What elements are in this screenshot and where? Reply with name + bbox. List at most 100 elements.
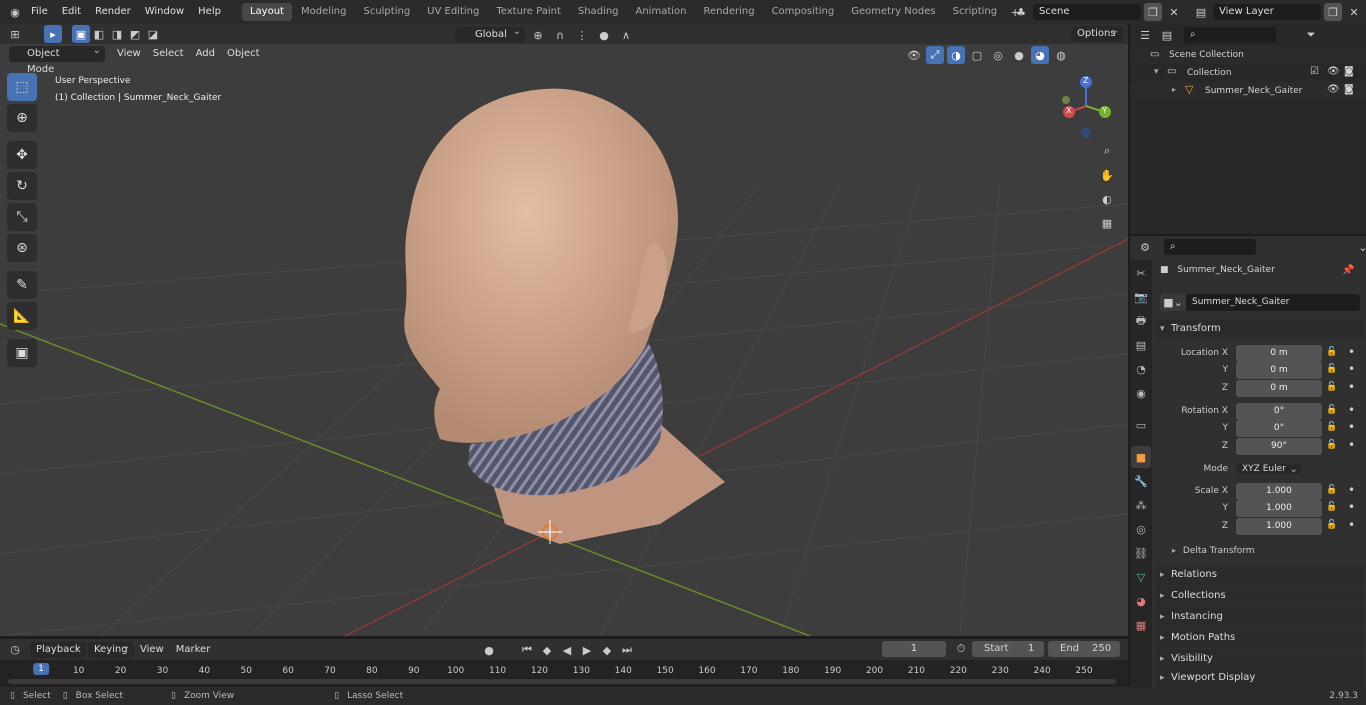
transform-panel-header[interactable]: Transform <box>1156 319 1364 339</box>
scene-icon[interactable]: ♣ <box>1012 3 1030 21</box>
view-layer-field[interactable]: View Layer <box>1213 4 1321 20</box>
play-icon[interactable]: ▶ <box>578 641 596 659</box>
viewport-menu-select[interactable]: Select <box>147 46 190 62</box>
delete-view-layer-icon[interactable]: ✕ <box>1345 3 1363 21</box>
outliner-editor-type-icon[interactable]: ☰ <box>1136 26 1154 44</box>
motion-paths-panel-header[interactable]: Motion Paths <box>1156 628 1364 648</box>
transform-orientation-dropdown[interactable]: Global <box>455 24 525 43</box>
3d-viewport[interactable]: User Perspective (1) Collection | Summer… <box>0 44 1128 636</box>
instancing-panel-header[interactable]: Instancing <box>1156 607 1364 627</box>
zoom-icon[interactable]: ⌕ <box>1098 142 1116 160</box>
scene-tab-icon[interactable]: ◔ <box>1131 358 1151 380</box>
timeline-editor-type-icon[interactable]: ◷ <box>6 641 24 659</box>
select-subtract-mode-icon[interactable]: ◨ <box>108 25 126 43</box>
rotation-mode-dropdown[interactable]: XYZ Euler <box>1236 464 1302 474</box>
viewport-menu-add[interactable]: Add <box>190 46 221 62</box>
location-y-field[interactable]: 0 m <box>1236 362 1322 379</box>
view-layer-icon[interactable]: ▤ <box>1192 3 1210 21</box>
texture-tab-icon[interactable]: ▦ <box>1131 614 1151 636</box>
output-tab-icon[interactable]: 🖶 <box>1131 310 1151 332</box>
current-frame-field[interactable]: 1 <box>882 641 946 657</box>
record-icon[interactable]: ● <box>480 641 498 659</box>
transform-tool-icon[interactable]: ⊛ <box>7 234 37 262</box>
location-x-lock-icon[interactable]: 🔓 <box>1326 347 1337 357</box>
collection-checkbox-icon[interactable]: ☑ <box>1310 66 1319 77</box>
particles-tab-icon[interactable]: ⁂ <box>1131 494 1151 516</box>
scale-x-keyframe-icon[interactable]: • <box>1348 483 1355 497</box>
gizmo-toggle-icon[interactable]: ⤢ <box>926 46 944 64</box>
pan-hand-icon[interactable]: ✋ <box>1098 166 1116 184</box>
snap-icon[interactable]: ∩ <box>551 26 569 44</box>
scale-y-keyframe-icon[interactable]: • <box>1348 500 1355 514</box>
workspace-tab-uv-editing[interactable]: UV Editing <box>419 3 487 21</box>
workspace-tab-shading[interactable]: Shading <box>570 3 627 21</box>
scale-x-lock-icon[interactable]: 🔓 <box>1326 485 1337 495</box>
workspace-tab-compositing[interactable]: Compositing <box>764 3 843 21</box>
rotation-z-keyframe-icon[interactable]: • <box>1348 438 1355 452</box>
constraints-tab-icon[interactable]: ⛓ <box>1131 542 1151 564</box>
pin-icon[interactable]: 📌 <box>1342 265 1354 276</box>
relations-panel-header[interactable]: Relations <box>1156 565 1364 585</box>
scale-y-field[interactable]: 1.000 <box>1236 500 1322 517</box>
rotation-z-field[interactable]: 90° <box>1236 438 1322 455</box>
select-intersect-mode-icon[interactable]: ◪ <box>144 25 162 43</box>
properties-editor-type-icon[interactable]: ⚙ <box>1136 238 1154 256</box>
rotation-z-lock-icon[interactable]: 🔓 <box>1326 440 1337 450</box>
blender-logo-icon[interactable]: ◉ <box>6 3 24 21</box>
object-render-icon[interactable]: ◙ <box>1344 84 1354 95</box>
material-preview-shading-icon[interactable]: ◕ <box>1031 46 1049 64</box>
filter-icon[interactable]: ⏷ <box>1302 26 1320 44</box>
location-z-lock-icon[interactable]: 🔓 <box>1326 382 1337 392</box>
editor-type-icon[interactable]: ⊞ <box>6 25 24 43</box>
view-layer-tab-icon[interactable]: ▤ <box>1131 334 1151 356</box>
location-z-field[interactable]: 0 m <box>1236 380 1322 397</box>
workspace-tab-geometry-nodes[interactable]: Geometry Nodes <box>843 3 943 21</box>
rotate-tool-icon[interactable]: ↻ <box>7 172 37 200</box>
camera-view-icon[interactable]: ◐ <box>1098 190 1116 208</box>
select-tool-icon[interactable]: ▸ <box>44 25 62 43</box>
workspace-tab-texture-paint[interactable]: Texture Paint <box>488 3 569 21</box>
menu-help[interactable]: Help <box>191 0 228 24</box>
menu-file[interactable]: File <box>24 0 55 24</box>
menu-window[interactable]: Window <box>138 0 191 24</box>
data-tab-icon[interactable]: ▽ <box>1131 566 1151 588</box>
material-tab-icon[interactable]: ◕ <box>1131 590 1151 612</box>
rendered-shading-icon[interactable]: ◍ <box>1052 46 1070 64</box>
play-reverse-icon[interactable]: ◀ <box>558 641 576 659</box>
pivot-point-icon[interactable]: ⊕ <box>529 26 547 44</box>
object-name-input[interactable]: Summer_Neck_Gaiter <box>1186 294 1360 311</box>
prev-keyframe-icon[interactable]: ◆ <box>538 641 556 659</box>
select-new-mode-icon[interactable]: ▣ <box>72 25 90 43</box>
scale-y-lock-icon[interactable]: 🔓 <box>1326 502 1337 512</box>
location-y-keyframe-icon[interactable]: • <box>1348 362 1355 376</box>
rotation-x-keyframe-icon[interactable]: • <box>1348 403 1355 417</box>
jump-end-icon[interactable]: ⏭ <box>618 641 636 659</box>
modifier-tab-icon[interactable]: 🔧 <box>1131 470 1151 492</box>
workspace-tab-animation[interactable]: Animation <box>628 3 695 21</box>
add-cube-tool-icon[interactable]: ▣ <box>7 339 37 367</box>
timeline-view-menu[interactable]: View <box>134 642 170 658</box>
overlay-toggle-icon[interactable]: ◑ <box>947 46 965 64</box>
location-x-keyframe-icon[interactable]: • <box>1348 345 1355 359</box>
properties-search-input[interactable]: ⌕ <box>1164 239 1256 255</box>
location-z-keyframe-icon[interactable]: • <box>1348 380 1355 394</box>
world-tab-icon[interactable]: ◉ <box>1131 382 1151 404</box>
render-tab-icon[interactable]: 📷 <box>1131 286 1151 308</box>
scale-x-field[interactable]: 1.000 <box>1236 483 1322 500</box>
workspace-tab-scripting[interactable]: Scripting <box>945 3 1005 21</box>
menu-render[interactable]: Render <box>88 0 138 24</box>
xray-toggle-icon[interactable]: ▢ <box>968 46 986 64</box>
rotation-y-field[interactable]: 0° <box>1236 420 1322 437</box>
falloff-icon[interactable]: ∧ <box>617 26 635 44</box>
location-y-lock-icon[interactable]: 🔓 <box>1326 364 1337 374</box>
object-visibility-icon[interactable]: 👁 <box>1327 84 1340 95</box>
scale-z-field[interactable]: 1.000 <box>1236 518 1322 535</box>
snap-target-icon[interactable]: ⋮ <box>573 26 591 44</box>
preview-range-icon[interactable]: ⏱ <box>952 640 970 658</box>
navigation-gizmo[interactable]: Z Y X <box>1056 74 1120 138</box>
proportional-edit-icon[interactable]: ● <box>595 26 613 44</box>
new-scene-icon[interactable]: ❐ <box>1144 3 1162 21</box>
rotation-x-lock-icon[interactable]: 🔓 <box>1326 405 1337 415</box>
delete-scene-icon[interactable]: ✕ <box>1165 3 1183 21</box>
scene-name-field[interactable]: Scene <box>1033 4 1141 20</box>
